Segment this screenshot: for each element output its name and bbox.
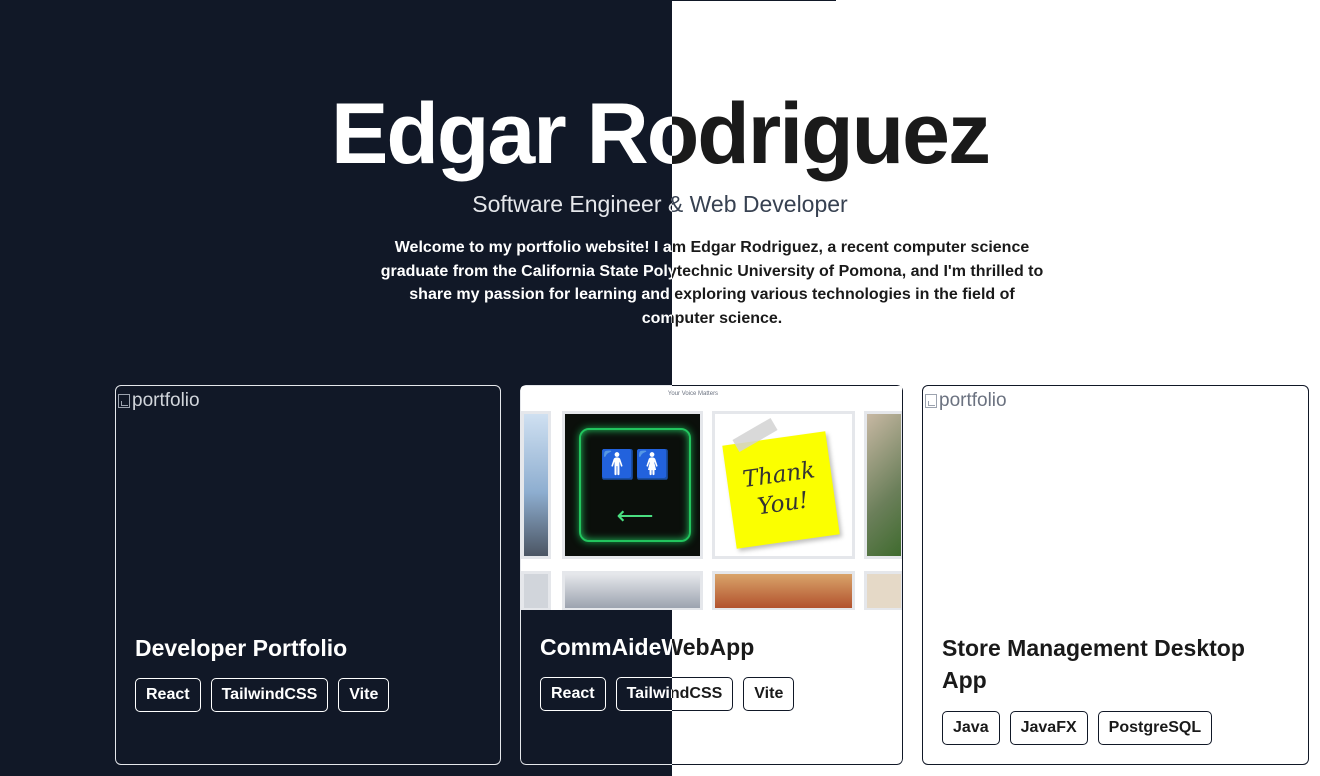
project-image-alt: portfolio: [132, 390, 200, 411]
project-title: Developer Portfolio: [135, 635, 348, 661]
top-divider: [0, 0, 836, 1]
project-image: portfolio: [118, 390, 200, 412]
broken-image-icon: [925, 394, 937, 408]
tag-postgresql: PostgreSQL: [1097, 711, 1213, 745]
project-image: portfolio: [925, 390, 1007, 412]
project-card-developer-portfolio[interactable]: portfolio Developer Portfolio React Tail…: [115, 385, 501, 765]
tag-react: React: [540, 677, 606, 711]
broken-image-icon: [118, 394, 130, 408]
project-card-commaide-webapp[interactable]: Your Voice Matters 🚹🚺 ⟵ Thank You! CommA…: [520, 385, 903, 765]
project-image-alt: portfolio: [939, 390, 1007, 411]
tag-vite: Vite: [338, 678, 390, 712]
tag-vite: Vite: [743, 677, 795, 711]
tag-tailwindcss: TailwindCSS: [210, 678, 329, 712]
tag-react: React: [135, 678, 201, 712]
project-card-store-management[interactable]: portfolio Store Management Desktop App J…: [922, 385, 1309, 765]
tag-javafx: JavaFX: [1009, 711, 1088, 745]
project-title: Store Management Desktop App: [942, 635, 1245, 693]
tag-java: Java: [942, 711, 1000, 745]
project-tags: React TailwindCSS Vite: [135, 678, 390, 712]
project-tags: Java JavaFX PostgreSQL: [942, 711, 1213, 745]
